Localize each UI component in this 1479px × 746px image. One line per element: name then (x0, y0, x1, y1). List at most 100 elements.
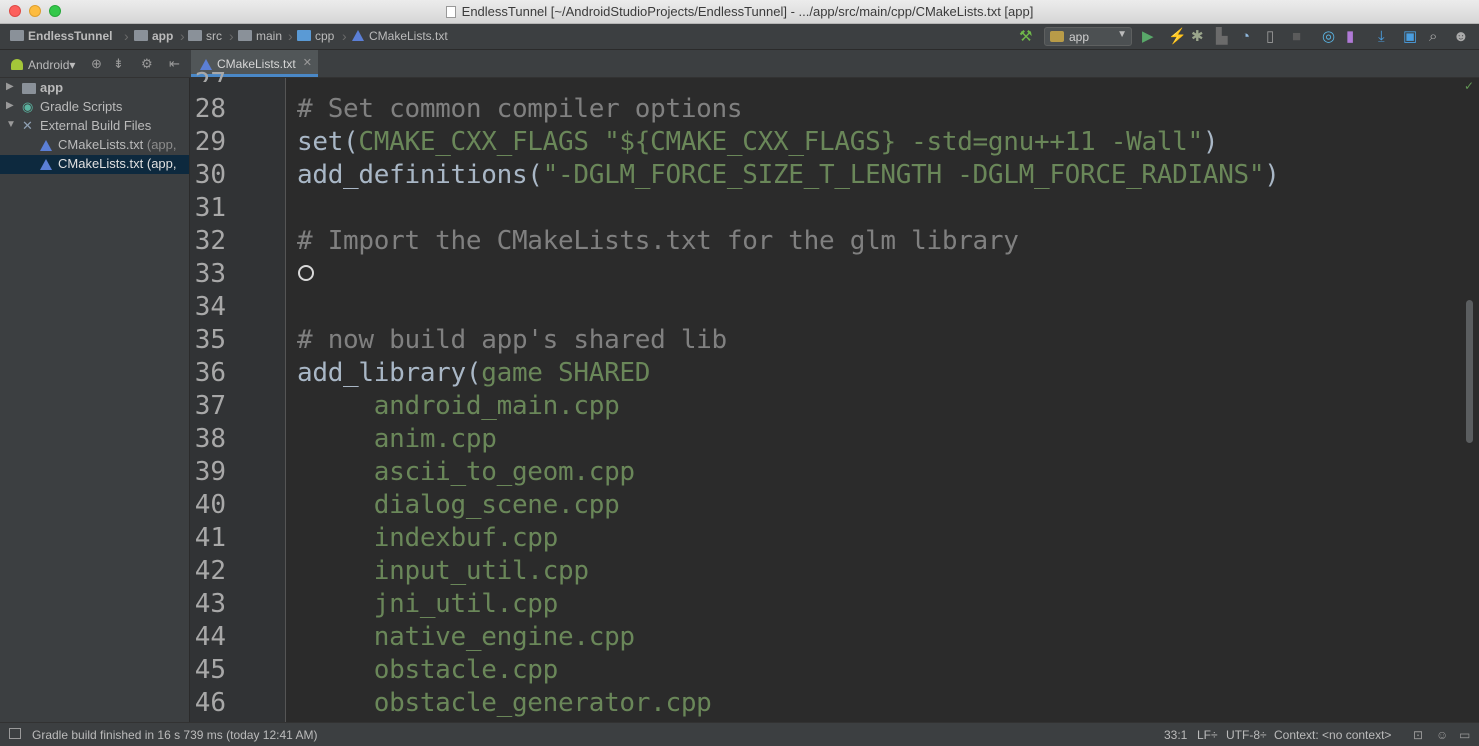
tree-item-label: app (40, 80, 64, 95)
lock-icon[interactable]: ⊡ (1413, 728, 1423, 742)
code-line[interactable]: input_util.cpp (297, 556, 589, 586)
breadcrumb-label: CMakeLists.txt (369, 29, 448, 43)
window-title: EndlessTunnel [~/AndroidStudioProjects/E… (0, 4, 1479, 19)
code-line[interactable]: set(CMAKE_CXX_FLAGS "${CMAKE_CXX_FLAGS} … (297, 127, 1219, 157)
breadcrumb-label: EndlessTunnel (28, 29, 113, 43)
gear-icon[interactable]: ⚙ (141, 56, 153, 72)
line-number: 40 (194, 490, 226, 520)
avd-manager-icon[interactable]: ▮ (1346, 28, 1354, 46)
hide-panel-icon[interactable]: ⇤ (169, 56, 180, 72)
line-number: 45 (194, 655, 226, 685)
breadcrumb-app[interactable]: app (134, 29, 173, 43)
apply-changes-icon[interactable]: ⚡ (1168, 28, 1187, 46)
event-log-icon[interactable]: ▭ (1459, 728, 1470, 742)
breadcrumb-label: src (206, 29, 222, 43)
tree-item-gradle-scripts[interactable]: ▶ ◉ Gradle Scripts (0, 98, 189, 117)
project-view-label: Android (28, 58, 70, 72)
line-number: 38 (194, 424, 226, 454)
encoding-selector[interactable]: UTF-8÷ (1226, 728, 1267, 742)
tree-item-cmakelists-1[interactable]: CMakeLists.txt (app, (0, 136, 189, 155)
line-number: 43 (194, 589, 226, 619)
no-problems-check-icon: ✓ (1464, 79, 1475, 93)
tree-item-app[interactable]: ▶ app (0, 79, 189, 98)
close-tab-icon[interactable]: ✕ (303, 56, 312, 69)
folder-icon (238, 30, 252, 41)
run-configuration-select[interactable]: app ▼ (1044, 27, 1132, 46)
expand-arrow-icon[interactable]: ▶ (6, 81, 14, 92)
tree-item-module: (app, (146, 156, 177, 171)
project-tree: ▶ app ▶ ◉ Gradle Scripts ▼ ✕ External Bu… (0, 78, 190, 722)
line-number: 42 (194, 556, 226, 586)
tree-item-external-build-files[interactable]: ▼ ✕ External Build Files (0, 117, 189, 136)
scrollbar-thumb[interactable] (1466, 300, 1473, 443)
scroll-from-source-icon[interactable]: ⊕ (91, 56, 102, 72)
breadcrumb-separator-icon: › (124, 28, 129, 44)
breadcrumb-src[interactable]: src (188, 29, 222, 43)
cmake-icon (352, 30, 364, 41)
debug-icon[interactable]: ✱ (1191, 28, 1204, 46)
code-line[interactable]: android_main.cpp (297, 391, 620, 421)
wrench-icon: ✕ (22, 118, 33, 133)
code-line[interactable]: ascii_to_geom.cpp (297, 457, 635, 487)
tree-item-label: CMakeLists.txt (58, 156, 144, 171)
code-line[interactable]: # Set common compiler options (297, 94, 743, 124)
code-line[interactable]: native_engine.cpp (297, 622, 635, 652)
breadcrumb-file[interactable]: CMakeLists.txt (352, 29, 448, 43)
coverage-icon[interactable]: ▯ (1266, 28, 1274, 46)
breadcrumb-label: main (256, 29, 283, 43)
context-indicator[interactable]: Context: <no context> (1274, 728, 1391, 742)
attach-debugger-icon[interactable]: ▙ (1216, 28, 1228, 46)
tree-item-cmakelists-2[interactable]: CMakeLists.txt (app, (0, 155, 189, 174)
code-line[interactable]: dialog_scene.cpp (297, 490, 620, 520)
expand-arrow-icon[interactable]: ▶ (6, 100, 14, 111)
sync-gradle-icon[interactable]: ◎ (1322, 28, 1335, 46)
tree-item-label: CMakeLists.txt (58, 137, 144, 152)
project-view-selector[interactable]: Android▾ (11, 58, 75, 72)
breadcrumb-cpp[interactable]: cpp (297, 29, 334, 43)
code-string: "-DGLM_FORCE_SIZE_T_LENGTH -DGLM_FORCE_R… (542, 160, 1265, 190)
editor-tab-label: CMakeLists.txt (217, 57, 296, 71)
code-line[interactable]: add_library(game SHARED (297, 358, 650, 388)
tree-item-label: External Build Files (40, 118, 152, 133)
code-line[interactable]: obstacle.cpp (297, 655, 559, 685)
search-icon[interactable]: ⌕ (1429, 28, 1437, 46)
breadcrumb-separator-icon: › (342, 28, 347, 44)
cursor-position[interactable]: 33:1 (1164, 728, 1187, 742)
code-line[interactable]: # Import the CMakeLists.txt for the glm … (297, 226, 1019, 256)
inspector-icon[interactable]: ☺ (1436, 728, 1448, 742)
collapse-arrow-icon[interactable]: ▼ (6, 119, 16, 130)
code-line[interactable]: indexbuf.cpp (297, 523, 559, 553)
code-keyword: add_library( (297, 358, 482, 388)
line-separator-selector[interactable]: LF÷ (1197, 728, 1218, 742)
breadcrumb-separator-icon: › (180, 28, 185, 44)
chevron-down-icon: ▼ (1117, 29, 1127, 40)
status-bar: Gradle build finished in 16 s 739 ms (to… (0, 722, 1479, 746)
project-structure-icon[interactable]: ▣ (1403, 28, 1417, 46)
code-line[interactable]: add_definitions("-DGLM_FORCE_SIZE_T_LENG… (297, 160, 1280, 190)
user-avatar-icon[interactable]: ☻ (1453, 28, 1469, 46)
folder-icon (134, 30, 148, 41)
line-number: 33 (194, 259, 226, 289)
status-message[interactable]: Gradle build finished in 16 s 739 ms (to… (32, 728, 318, 742)
code-keyword: set( (297, 127, 359, 157)
line-number: 29 (194, 127, 226, 157)
code-keyword: add_definitions( (297, 160, 543, 190)
breadcrumb-main[interactable]: main (238, 29, 282, 43)
tool-windows-toggle-icon[interactable] (9, 728, 21, 739)
line-number: 46 (194, 688, 226, 718)
sdk-manager-icon[interactable]: ⤓ (1378, 28, 1385, 46)
code-line[interactable]: jni_util.cpp (297, 589, 559, 619)
collapse-all-icon[interactable]: ⇟ (113, 56, 124, 72)
code-line[interactable]: obstacle_generator.cpp (297, 688, 712, 718)
breadcrumb-project[interactable]: EndlessTunnel (10, 29, 112, 43)
stop-icon[interactable]: ■ (1292, 28, 1301, 46)
profile-icon[interactable]: ◔ (1241, 28, 1250, 46)
line-number: 31 (194, 193, 226, 223)
code-line[interactable]: anim.cpp (297, 424, 497, 454)
build-hammer-icon[interactable]: ⚒ (1019, 28, 1032, 46)
run-icon[interactable]: ▶ (1142, 28, 1154, 46)
line-number: 41 (194, 523, 226, 553)
window-title-text: EndlessTunnel [~/AndroidStudioProjects/E… (461, 4, 1034, 19)
line-number: 35 (194, 325, 226, 355)
code-line[interactable]: # now build app's shared lib (297, 325, 727, 355)
